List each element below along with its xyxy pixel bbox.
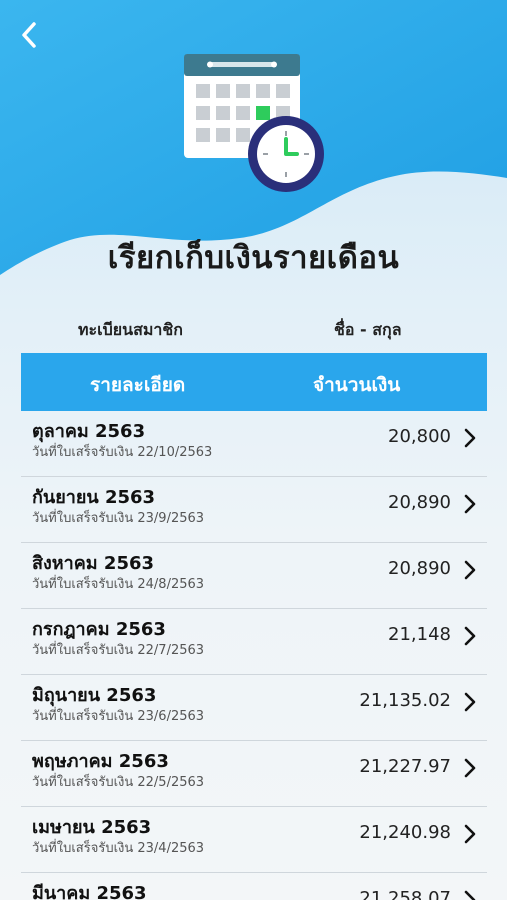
row-amount: 21,135.02 [359, 690, 451, 711]
chevron-right-icon [464, 560, 476, 580]
chevron-right-icon [464, 824, 476, 844]
billing-row[interactable]: พฤษภาคม 2563 วันที่ใบเสร็จรับเงิน 22/5/25… [21, 741, 487, 807]
row-receipt-date: วันที่ใบเสร็จรับเงิน 22/7/2563 [32, 643, 205, 658]
chevron-right-icon [464, 890, 476, 900]
chevron-right-icon [464, 692, 476, 712]
row-amount: 21,227.97 [359, 756, 451, 777]
row-amount: 20,890 [388, 558, 451, 579]
billing-row[interactable]: กันยายน 2563 วันที่ใบเสร็จรับเงิน 23/9/25… [21, 477, 487, 543]
column-header-amount: จำนวนเงิน [313, 374, 401, 396]
billing-row[interactable]: ตุลาคม 2563 วันที่ใบเสร็จรับเงิน 22/10/25… [21, 411, 487, 477]
billing-row[interactable]: มิถุนายน 2563 วันที่ใบเสร็จรับเงิน 23/6/2… [21, 675, 487, 741]
chevron-left-icon [22, 22, 36, 48]
column-header-detail: รายละเอียด [90, 374, 186, 396]
chevron-right-icon [464, 626, 476, 646]
member-name-label: ชื่อ - สกุล [334, 320, 402, 339]
row-receipt-date: วันที่ใบเสร็จรับเงิน 23/9/2563 [32, 511, 205, 526]
billing-list: ตุลาคม 2563 วันที่ใบเสร็จรับเงิน 22/10/25… [21, 411, 487, 900]
row-receipt-date: วันที่ใบเสร็จรับเงิน 23/6/2563 [32, 709, 205, 724]
row-amount: 20,800 [388, 426, 451, 447]
row-receipt-date: วันที่ใบเสร็จรับเงิน 22/5/2563 [32, 775, 205, 790]
row-amount: 21,258.07 [359, 888, 451, 900]
member-info: ทะเบียนสมาชิก ชื่อ - สกุล [0, 318, 507, 342]
billing-row[interactable]: เมษายน 2563 วันที่ใบเสร็จรับเงิน 23/4/256… [21, 807, 487, 873]
table-header: รายละเอียด จำนวนเงิน [21, 353, 487, 411]
chevron-right-icon [464, 494, 476, 514]
member-id-label: ทะเบียนสมาชิก [78, 320, 183, 339]
page-title: เรียกเก็บเงินรายเดือน [107, 240, 400, 276]
calendar-clock-icon [184, 54, 324, 192]
row-receipt-date: วันที่ใบเสร็จรับเงิน 22/10/2563 [32, 445, 213, 460]
billing-row[interactable]: มีนาคม 2563 21,258.07 [21, 873, 487, 900]
row-receipt-date: วันที่ใบเสร็จรับเงิน 23/4/2563 [32, 841, 205, 856]
row-amount: 21,240.98 [359, 822, 451, 843]
back-button[interactable] [14, 20, 44, 50]
billing-row[interactable]: กรกฎาคม 2563 วันที่ใบเสร็จรับเงิน 22/7/25… [21, 609, 487, 675]
row-amount: 21,148 [388, 624, 451, 645]
chevron-right-icon [464, 758, 476, 778]
row-receipt-date: วันที่ใบเสร็จรับเงิน 24/8/2563 [32, 577, 205, 592]
row-month: มีนาคม 2563 [32, 883, 147, 900]
billing-row[interactable]: สิงหาคม 2563 วันที่ใบเสร็จรับเงิน 24/8/25… [21, 543, 487, 609]
chevron-right-icon [464, 428, 476, 448]
row-amount: 20,890 [388, 492, 451, 513]
